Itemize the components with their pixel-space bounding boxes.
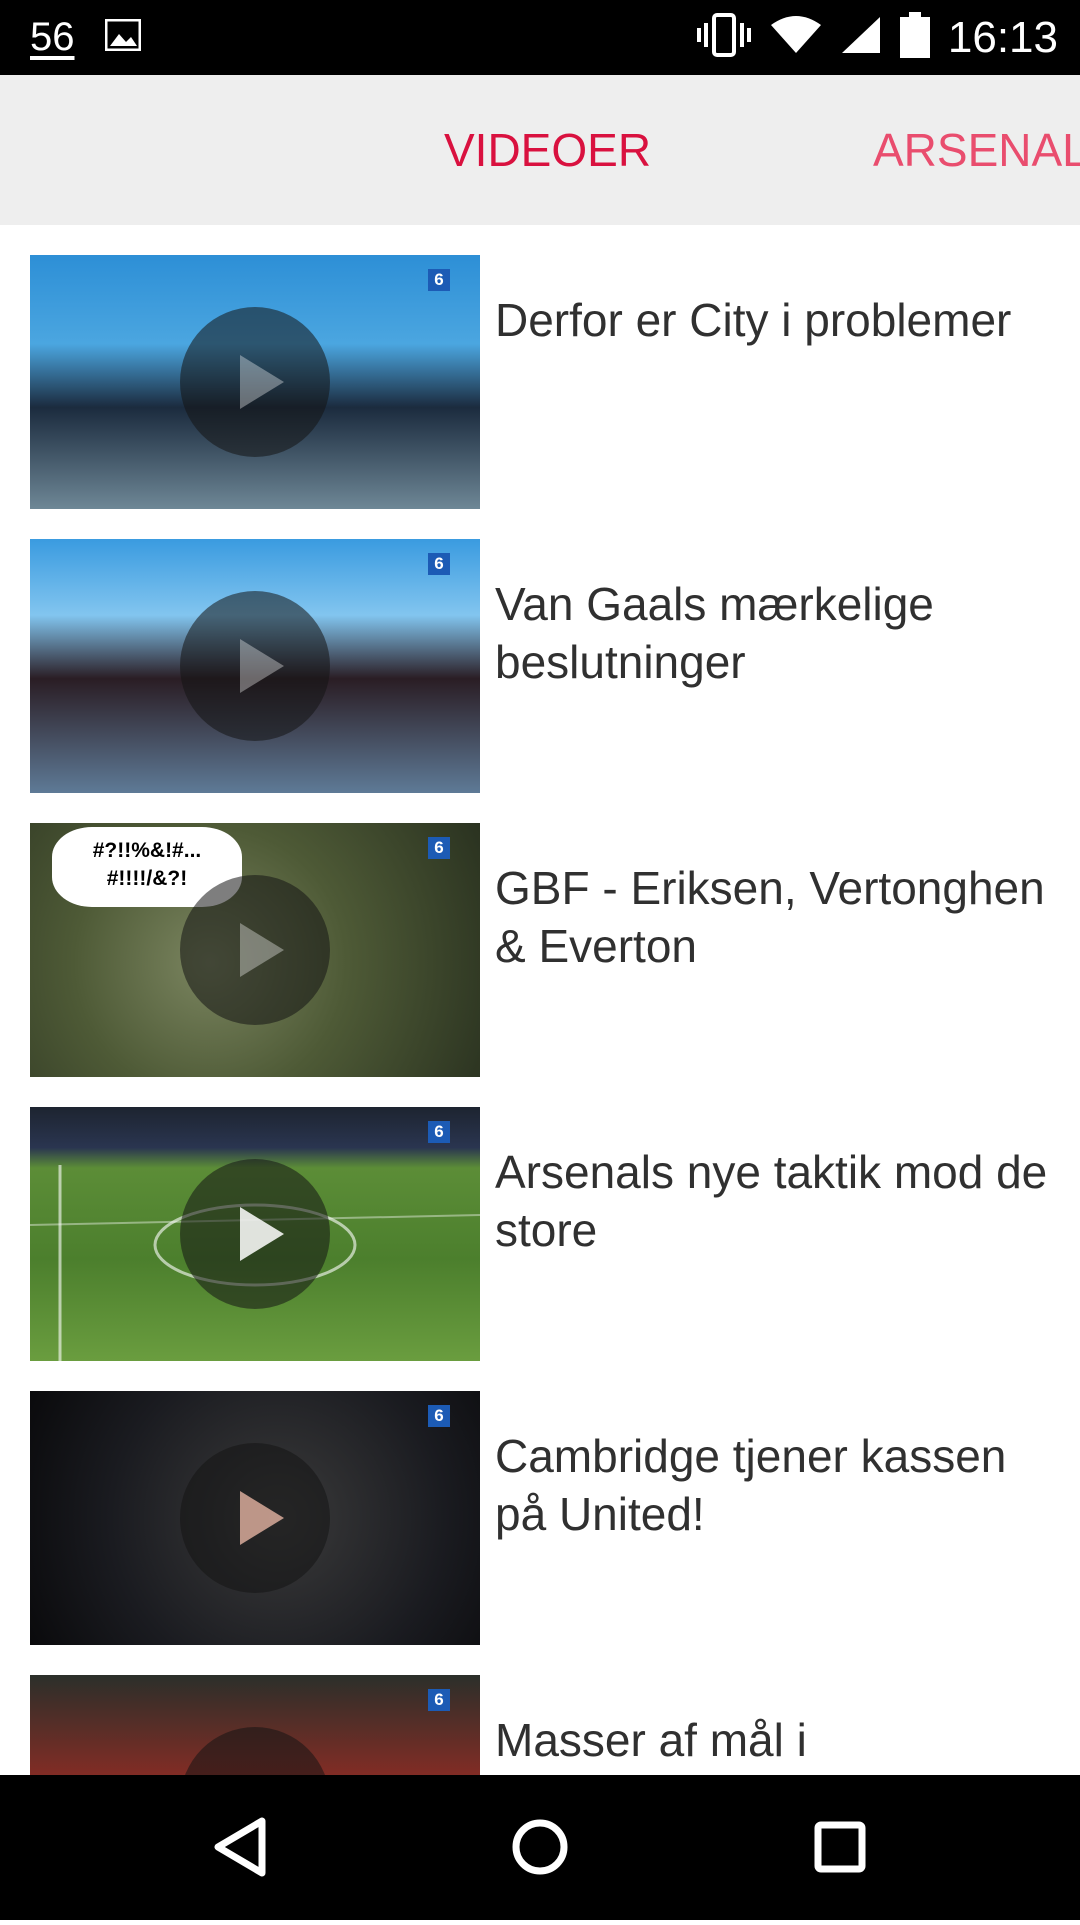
video-item[interactable]: 6 Van Gaals mærkelige beslutninger	[0, 509, 1080, 793]
video-item[interactable]: #?!!%&!#... #!!!!/&?! 6 GBF - Eriksen, V…	[0, 793, 1080, 1077]
play-icon[interactable]	[180, 1159, 330, 1309]
video-thumbnail[interactable]: 6	[30, 1675, 480, 1775]
video-item[interactable]: 6 Masser af mål i	[0, 1645, 1080, 1775]
video-title[interactable]: Van Gaals mærkelige beslutninger	[495, 575, 1055, 691]
channel-logo: 6	[428, 553, 450, 575]
video-thumbnail[interactable]: #?!!%&!#... #!!!!/&?! 6	[30, 823, 480, 1077]
video-title[interactable]: Cambridge tjener kassen på United!	[495, 1427, 1055, 1543]
image-icon	[104, 18, 141, 56]
status-bar: 56 16:13	[0, 0, 1080, 75]
video-list[interactable]: 6 Derfor er City i problemer 6 Van Gaals…	[0, 225, 1080, 1775]
back-icon[interactable]	[170, 1775, 310, 1920]
channel-logo: 6	[428, 1121, 450, 1143]
channel-logo: 6	[428, 1405, 450, 1427]
signal-icon	[840, 15, 882, 60]
navigation-bar	[0, 1775, 1080, 1920]
video-item[interactable]: 6 Derfor er City i problemer	[0, 225, 1080, 509]
clock: 16:13	[947, 12, 1058, 62]
video-title[interactable]: Derfor er City i problemer	[495, 291, 1055, 349]
wifi-icon	[770, 15, 822, 60]
video-title[interactable]: Arsenals nye taktik mod de store	[495, 1143, 1055, 1259]
notification-count: 56	[30, 15, 75, 59]
channel-logo: 6	[428, 269, 450, 291]
play-icon[interactable]	[180, 875, 330, 1025]
tab-arsenal[interactable]: ARSENAL	[873, 75, 1080, 225]
play-icon[interactable]	[180, 1727, 330, 1775]
channel-logo: 6	[428, 1689, 450, 1711]
play-icon[interactable]	[180, 307, 330, 457]
tab-videoer[interactable]: VIDEOER	[444, 75, 651, 225]
video-thumbnail[interactable]: 6	[30, 255, 480, 509]
video-thumbnail[interactable]: 6	[30, 539, 480, 793]
video-thumbnail[interactable]: 6	[30, 1107, 480, 1361]
video-title[interactable]: GBF - Eriksen, Vertonghen & Everton	[495, 859, 1055, 975]
video-thumbnail[interactable]: 6	[30, 1391, 480, 1645]
recents-icon[interactable]	[770, 1775, 910, 1920]
home-icon[interactable]	[470, 1775, 610, 1920]
vibrate-icon	[696, 13, 752, 62]
video-item[interactable]: 6 Cambridge tjener kassen på United!	[0, 1361, 1080, 1645]
play-icon[interactable]	[180, 591, 330, 741]
video-item[interactable]: 6 Arsenals nye taktik mod de store	[0, 1077, 1080, 1361]
tab-bar: VIDEOER ARSENAL	[0, 75, 1080, 225]
battery-icon	[899, 12, 930, 63]
play-icon[interactable]	[180, 1443, 330, 1593]
video-title[interactable]: Masser af mål i	[495, 1711, 1055, 1769]
channel-logo: 6	[428, 837, 450, 859]
